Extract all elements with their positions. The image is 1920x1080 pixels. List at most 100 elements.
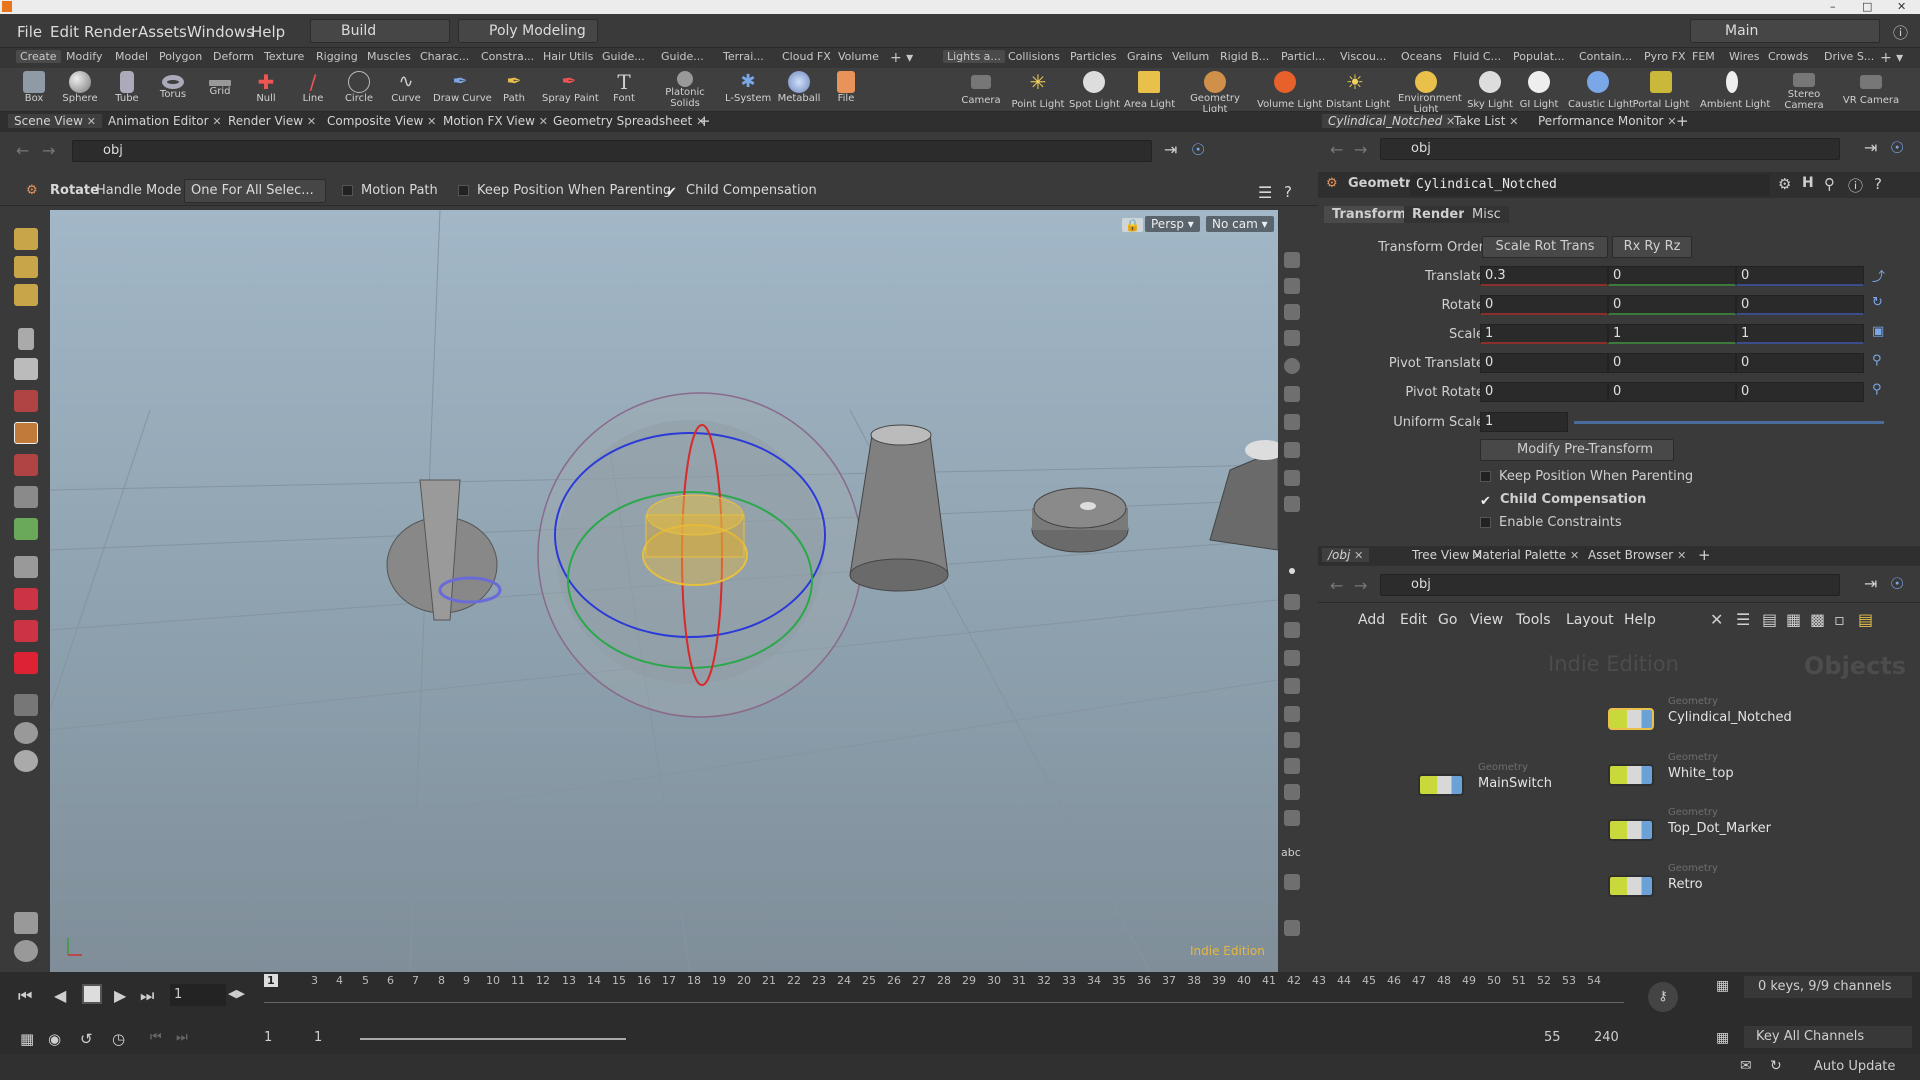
tool-caustic-light[interactable]: Caustic Light xyxy=(1568,68,1633,112)
minimize-icon[interactable]: – xyxy=(1830,0,1836,14)
shelf-tab[interactable]: Muscles xyxy=(367,50,411,63)
tool-portal-light[interactable]: Portal Light xyxy=(1632,68,1690,112)
normal-display-icon[interactable] xyxy=(1284,594,1300,610)
scene-path-field[interactable]: obj xyxy=(72,140,1152,162)
tool-torus[interactable]: Torus xyxy=(150,68,196,112)
view-icon[interactable] xyxy=(1284,278,1300,294)
shelf-tab[interactable]: Drive S... xyxy=(1824,50,1874,63)
net-menu-help[interactable]: Help xyxy=(1624,612,1656,628)
translate-x-field[interactable]: 0.3 xyxy=(1480,266,1608,286)
menu-assets[interactable]: Assets xyxy=(138,23,187,41)
tool-environment-light[interactable]: Environment Light xyxy=(1398,68,1462,115)
handle-mode-select[interactable]: One For All Selec... xyxy=(184,179,326,203)
rotate-x-field[interactable]: 0 xyxy=(1480,295,1608,315)
pin-icon[interactable]: ⇥ xyxy=(1864,574,1877,593)
playback-end-field[interactable]: 55 xyxy=(1544,1030,1561,1045)
scale-handle-icon[interactable]: ▣ xyxy=(1872,324,1884,339)
desktop-build-select[interactable]: Build xyxy=(310,19,450,43)
tool-vr-camera[interactable]: VR Camera xyxy=(1842,68,1900,112)
render-region-icon[interactable] xyxy=(14,750,38,772)
tool-sphere[interactable]: Sphere xyxy=(57,68,103,112)
pivot-translate-handle-icon[interactable]: ⚲ xyxy=(1872,353,1882,368)
tab-material-palette[interactable]: Material Palette ✕ xyxy=(1472,548,1579,562)
tool-path[interactable]: ✒ Path xyxy=(491,68,537,112)
net-menu-add[interactable]: Add xyxy=(1358,612,1385,628)
tab-transform[interactable]: Transform xyxy=(1324,206,1415,223)
channels-icon[interactable]: ▦ xyxy=(1716,978,1729,994)
back-arrow-icon[interactable]: ← xyxy=(16,141,29,160)
shelf-tab[interactable]: Constra... xyxy=(481,50,534,63)
shelf-tab[interactable]: Guide... xyxy=(602,50,645,63)
translate-y-field[interactable]: 0 xyxy=(1608,266,1736,286)
add-tab-icon[interactable]: + xyxy=(698,112,711,130)
menu-windows[interactable]: Windows xyxy=(187,23,254,41)
rotate-y-field[interactable]: 0 xyxy=(1608,295,1736,315)
desktop-poly-select[interactable]: Poly Modeling xyxy=(458,19,598,43)
shelf-tab-create[interactable]: Create xyxy=(16,50,61,63)
pivot-rotate-handle-icon[interactable]: ⚲ xyxy=(1872,382,1882,397)
maximize-icon[interactable]: □ xyxy=(1862,0,1872,14)
link-icon[interactable]: ☉ xyxy=(1191,140,1205,159)
text-display-icon[interactable]: abc xyxy=(1281,846,1301,859)
jump-end-icon[interactable]: ⏭ xyxy=(140,986,154,1006)
shelf-tab[interactable]: Deform xyxy=(213,50,254,63)
shelf-tab[interactable]: Terrai... xyxy=(723,50,764,63)
shelf-tab[interactable]: Charac... xyxy=(420,50,469,63)
auto-update-select[interactable]: Auto Update xyxy=(1814,1059,1895,1074)
add-tab-icon[interactable]: + xyxy=(1698,546,1711,564)
primitive-display-icon[interactable] xyxy=(1284,678,1300,694)
motion-path-toggle[interactable]: Motion Path xyxy=(342,183,438,198)
net-menu-layout[interactable]: Layout xyxy=(1566,612,1614,628)
tool-curve[interactable]: ∿ Curve xyxy=(383,68,429,112)
net-menu-go[interactable]: Go xyxy=(1438,612,1457,628)
display-icon[interactable] xyxy=(14,940,38,962)
help-icon[interactable]: ⓘ xyxy=(1893,22,1908,43)
tab-geometry-spreadsheet[interactable]: Geometry Spreadsheet ✕ xyxy=(553,114,705,128)
close-tab-icon[interactable]: ✕ xyxy=(427,115,436,128)
tab-misc[interactable]: Misc xyxy=(1464,206,1509,223)
tool-platonic-solids[interactable]: Platonic Solids xyxy=(661,68,709,112)
lock-icon[interactable] xyxy=(14,358,38,380)
add-tab-icon[interactable]: + xyxy=(1676,112,1689,130)
uv-display-icon[interactable] xyxy=(1284,706,1300,722)
translate-handle-icon[interactable]: ⤴ xyxy=(1872,266,1885,285)
tools-icon[interactable]: ✕ xyxy=(1710,610,1723,629)
shelf-tab[interactable]: Vellum xyxy=(1172,50,1209,63)
modify-pre-transform-menu[interactable]: Modify Pre-Transform xyxy=(1480,439,1674,461)
viewport-lock-icon[interactable]: 🔒 xyxy=(1122,218,1143,232)
transform-order-select[interactable]: Scale Rot Trans xyxy=(1482,236,1608,258)
shading-icon[interactable] xyxy=(1284,358,1300,374)
measure-icon[interactable] xyxy=(1284,784,1300,800)
shelf-tab[interactable]: Volume xyxy=(838,50,879,63)
shelf-tab[interactable]: Polygon xyxy=(159,50,202,63)
bulb-icon[interactable] xyxy=(1284,386,1300,402)
loop-icon[interactable]: ↺ xyxy=(80,1030,93,1048)
tool-lsystem[interactable]: ✱ L-System xyxy=(725,68,771,112)
shelf-tab[interactable]: Populat... xyxy=(1513,50,1565,63)
gear-icon[interactable]: ⚙ xyxy=(1778,175,1791,193)
brush-icon[interactable] xyxy=(14,912,38,934)
back-arrow-icon[interactable]: ← xyxy=(1330,576,1343,595)
pivot-rotate-y-field[interactable]: 0 xyxy=(1608,382,1736,402)
edge-display-icon[interactable] xyxy=(1284,732,1300,748)
forward-arrow-icon[interactable]: → xyxy=(1354,140,1367,159)
ghost-icon[interactable] xyxy=(1284,470,1300,486)
info-icon[interactable]: ⓘ xyxy=(1848,175,1863,196)
frame-ruler[interactable]: 1 3 4 5 6 7 8 9 10 11 12 13 14 15 16 17 … xyxy=(264,974,1624,1020)
audio-icon[interactable]: ◉ xyxy=(48,1030,61,1048)
view-tool-icon[interactable] xyxy=(14,556,38,578)
shelf-tab[interactable]: Collisions xyxy=(1008,50,1060,63)
current-frame-field[interactable]: 1 xyxy=(170,984,226,1006)
camera-tool-icon[interactable] xyxy=(14,694,38,716)
pointer-icon[interactable] xyxy=(18,328,34,350)
net-menu-view[interactable]: View xyxy=(1470,612,1503,628)
tab-composite-view[interactable]: Composite View ✕ xyxy=(327,114,436,128)
menu-render[interactable]: Render xyxy=(84,23,137,41)
realtime-icon[interactable]: ▦ xyxy=(20,1030,34,1048)
camera-menu[interactable]: No cam ▾ xyxy=(1206,216,1274,232)
shelf-tab[interactable]: Model xyxy=(115,50,148,63)
list-icon[interactable]: ▤ xyxy=(1762,610,1777,629)
global-start-field[interactable]: 1 xyxy=(264,1030,272,1045)
top-dot-marker-object[interactable] xyxy=(1209,440,1278,551)
tool-grid[interactable]: Grid xyxy=(197,68,243,112)
